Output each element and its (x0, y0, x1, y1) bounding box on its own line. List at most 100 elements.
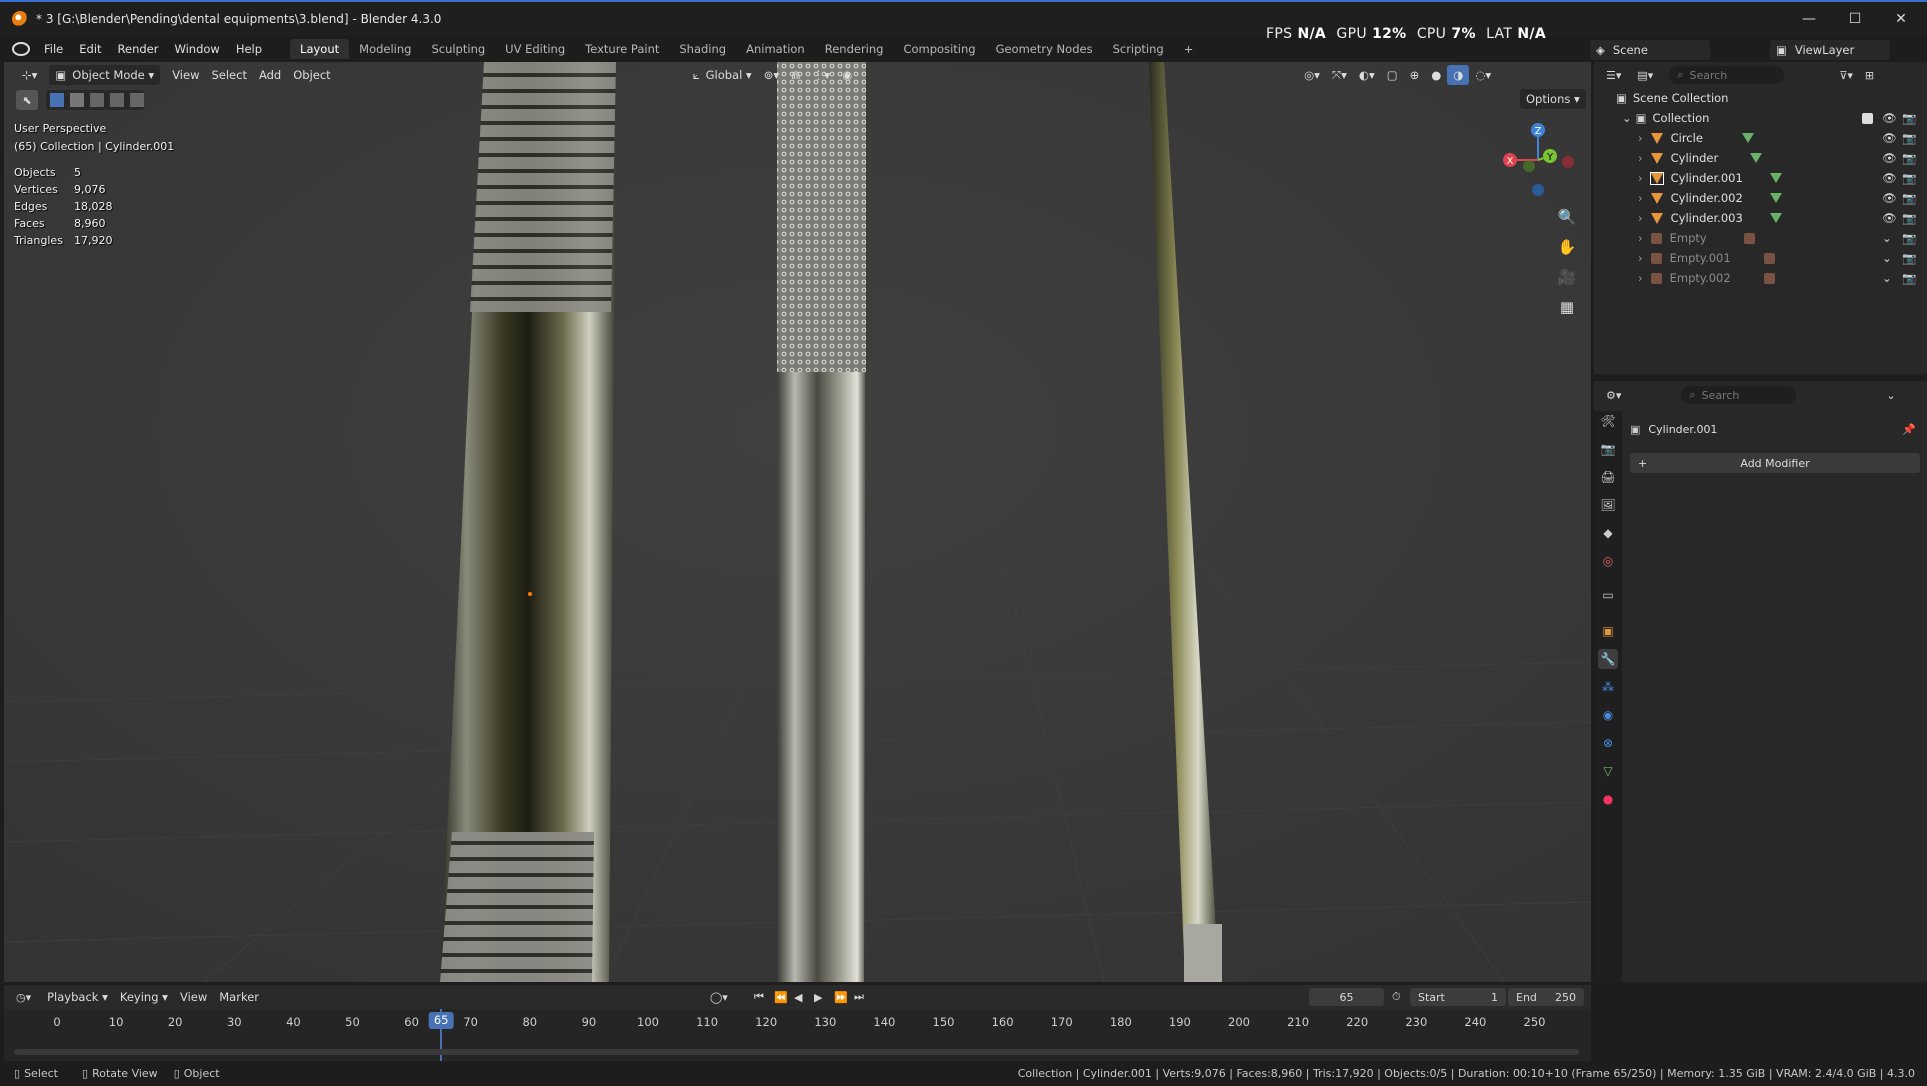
tab-modeling[interactable]: Modeling (349, 39, 421, 59)
eye-icon[interactable]: 👁 (1882, 111, 1897, 125)
stopwatch-icon[interactable]: ⏱ (1392, 990, 1401, 1004)
empty-data-icon[interactable] (1764, 272, 1775, 284)
visibility-button[interactable]: ◎▾ (1298, 65, 1326, 85)
data-tab-icon[interactable]: ▽ (1598, 761, 1618, 781)
expand-chevron-icon[interactable]: › (1638, 171, 1643, 185)
timeline-editor-icon[interactable]: ◷▾ (16, 991, 31, 1004)
navigation-gizmo[interactable]: Z X Y (1496, 118, 1580, 202)
view-layer-tab-icon[interactable]: 🖼 (1598, 495, 1618, 515)
eye-closed-icon[interactable]: ⌄ (1882, 271, 1892, 285)
render-tab-icon[interactable]: 📷 (1598, 439, 1618, 459)
mesh-data-icon[interactable] (1770, 173, 1782, 183)
tab-scripting[interactable]: Scripting (1103, 39, 1174, 59)
menu-render[interactable]: Render (110, 42, 167, 56)
maximize-button[interactable]: ☐ (1832, 4, 1878, 34)
tab-uv-editing[interactable]: UV Editing (495, 39, 575, 59)
jump-start-icon[interactable]: ⏮ (754, 990, 764, 1004)
output-tab-icon[interactable]: 🖨 (1598, 467, 1618, 487)
timeline-menu-keying[interactable]: Keying ▾ (114, 987, 174, 1007)
camera-view-icon[interactable]: 🎥 (1553, 263, 1581, 291)
start-frame-field[interactable]: Start 1 (1410, 988, 1506, 1006)
playhead-frame-badge[interactable]: 65 (428, 1012, 454, 1029)
pan-hand-icon[interactable]: ✋ (1553, 233, 1581, 261)
collection-tab-icon[interactable]: ▭ (1598, 585, 1618, 605)
outliner-search-input[interactable]: ⌕ Search (1669, 66, 1785, 84)
camera-icon[interactable]: 📷 (1902, 251, 1916, 265)
eye-icon[interactable]: 👁 (1882, 131, 1897, 145)
overlays-button[interactable]: ◐▾ (1353, 65, 1381, 85)
gizmo-toggle-button[interactable]: ⤧▾ (1326, 65, 1353, 85)
eye-icon[interactable]: 👁 (1882, 151, 1897, 165)
outliner-collection[interactable]: ⌄ ▣ Collection 👁 📷 (1594, 108, 1927, 128)
viewlayer-selector[interactable]: ▣ ViewLayer (1770, 40, 1890, 60)
tab-geometry-nodes[interactable]: Geometry Nodes (986, 39, 1103, 59)
new-collection-icon[interactable]: ⊞ (1865, 69, 1874, 82)
current-frame-field[interactable]: 65 (1309, 988, 1384, 1006)
pin-icon[interactable]: 📌 (1902, 423, 1916, 436)
viewport-menu-add[interactable]: Add (253, 65, 287, 85)
select-tool-button[interactable]: ⬉ (16, 90, 38, 110)
blender-menu-icon[interactable] (12, 42, 30, 56)
mesh-data-icon[interactable] (1770, 213, 1782, 223)
particles-tab-icon[interactable]: ⁂ (1598, 677, 1618, 697)
outliner-editor-icon[interactable]: ☰▾ (1606, 69, 1621, 82)
outliner-item[interactable]: › Cylinder 👁 📷 (1594, 148, 1927, 168)
snap-button[interactable]: ⋒ (785, 65, 807, 85)
outliner-item[interactable]: › Cylinder.002 👁 📷 (1594, 188, 1927, 208)
play-icon[interactable]: ▶ (814, 991, 822, 1004)
camera-icon[interactable]: 📷 (1902, 111, 1916, 125)
tab-compositing[interactable]: Compositing (893, 39, 985, 59)
play-reverse-icon[interactable]: ◀ (794, 991, 802, 1004)
world-tab-icon[interactable]: ◎ (1598, 551, 1618, 571)
transform-orientation-selector[interactable]: ⟀ Global ▾ (687, 65, 758, 85)
pivot-point-button[interactable]: ⊚▾ (758, 65, 785, 85)
timeline-menu-playback[interactable]: Playback ▾ (41, 987, 114, 1007)
exclude-checkbox[interactable] (1862, 112, 1873, 124)
select-subtract-icon[interactable] (90, 93, 104, 107)
jump-keyframe-forward-icon[interactable]: ⏩ (834, 991, 848, 1004)
mode-selector[interactable]: ▣ Object Mode ▾ (49, 65, 161, 85)
camera-icon[interactable]: 📷 (1902, 151, 1916, 165)
filter-icon[interactable]: ⊽▾ (1839, 69, 1853, 82)
camera-icon[interactable]: 📷 (1902, 171, 1916, 185)
shading-solid[interactable]: ● (1425, 65, 1447, 85)
eye-closed-icon[interactable]: ⌄ (1882, 251, 1892, 265)
expand-chevron-icon[interactable]: ⌄ (1622, 111, 1632, 125)
expand-chevron-icon[interactable]: › (1638, 251, 1643, 265)
viewport-menu-view[interactable]: View (166, 65, 205, 85)
expand-chevron-icon[interactable]: › (1638, 231, 1643, 245)
editor-type-button[interactable]: ⊹▾ (16, 65, 43, 85)
properties-search-input[interactable]: ⌕ Search (1681, 386, 1797, 404)
jump-end-icon[interactable]: ⏭ (854, 990, 864, 1004)
viewport-menu-select[interactable]: Select (205, 65, 252, 85)
select-new-icon[interactable] (50, 93, 64, 107)
shading-material[interactable]: ◑ (1447, 65, 1470, 85)
expand-chevron-icon[interactable]: › (1638, 271, 1643, 285)
close-button[interactable]: ✕ (1878, 4, 1924, 34)
camera-icon[interactable]: 📷 (1902, 131, 1916, 145)
mesh-data-icon[interactable] (1770, 193, 1782, 203)
empty-data-icon[interactable] (1744, 232, 1755, 244)
camera-icon[interactable]: 📷 (1902, 211, 1916, 225)
outliner-scene-collection[interactable]: ▣ Scene Collection (1594, 88, 1927, 108)
tab-rendering[interactable]: Rendering (815, 39, 894, 59)
timeline-menu-view[interactable]: View (174, 987, 213, 1007)
tab-sculpting[interactable]: Sculpting (421, 39, 495, 59)
tab-animation[interactable]: Animation (736, 39, 815, 59)
tool-tab-icon[interactable]: 🛠 (1598, 411, 1618, 431)
xray-button[interactable]: ▢ (1381, 65, 1404, 85)
ortho-grid-icon[interactable]: ▦ (1553, 293, 1581, 321)
proportional-edit-button[interactable]: ◉ (836, 65, 858, 85)
eye-icon[interactable]: 👁 (1882, 211, 1897, 225)
camera-icon[interactable]: 📷 (1902, 271, 1916, 285)
viewport-menu-object[interactable]: Object (287, 65, 336, 85)
auto-keying-icon[interactable]: ◯▾ (710, 991, 728, 1004)
tab-layout[interactable]: Layout (290, 39, 350, 59)
timeline-menu-marker[interactable]: Marker (213, 987, 265, 1007)
tab-shading[interactable]: Shading (669, 39, 736, 59)
select-intersect-icon[interactable] (130, 93, 144, 107)
modifier-tab-icon[interactable]: 🔧 (1598, 649, 1618, 669)
menu-edit[interactable]: Edit (71, 42, 109, 56)
jump-keyframe-back-icon[interactable]: ⏪ (774, 991, 788, 1004)
shading-wireframe[interactable]: ⊕ (1404, 65, 1426, 85)
